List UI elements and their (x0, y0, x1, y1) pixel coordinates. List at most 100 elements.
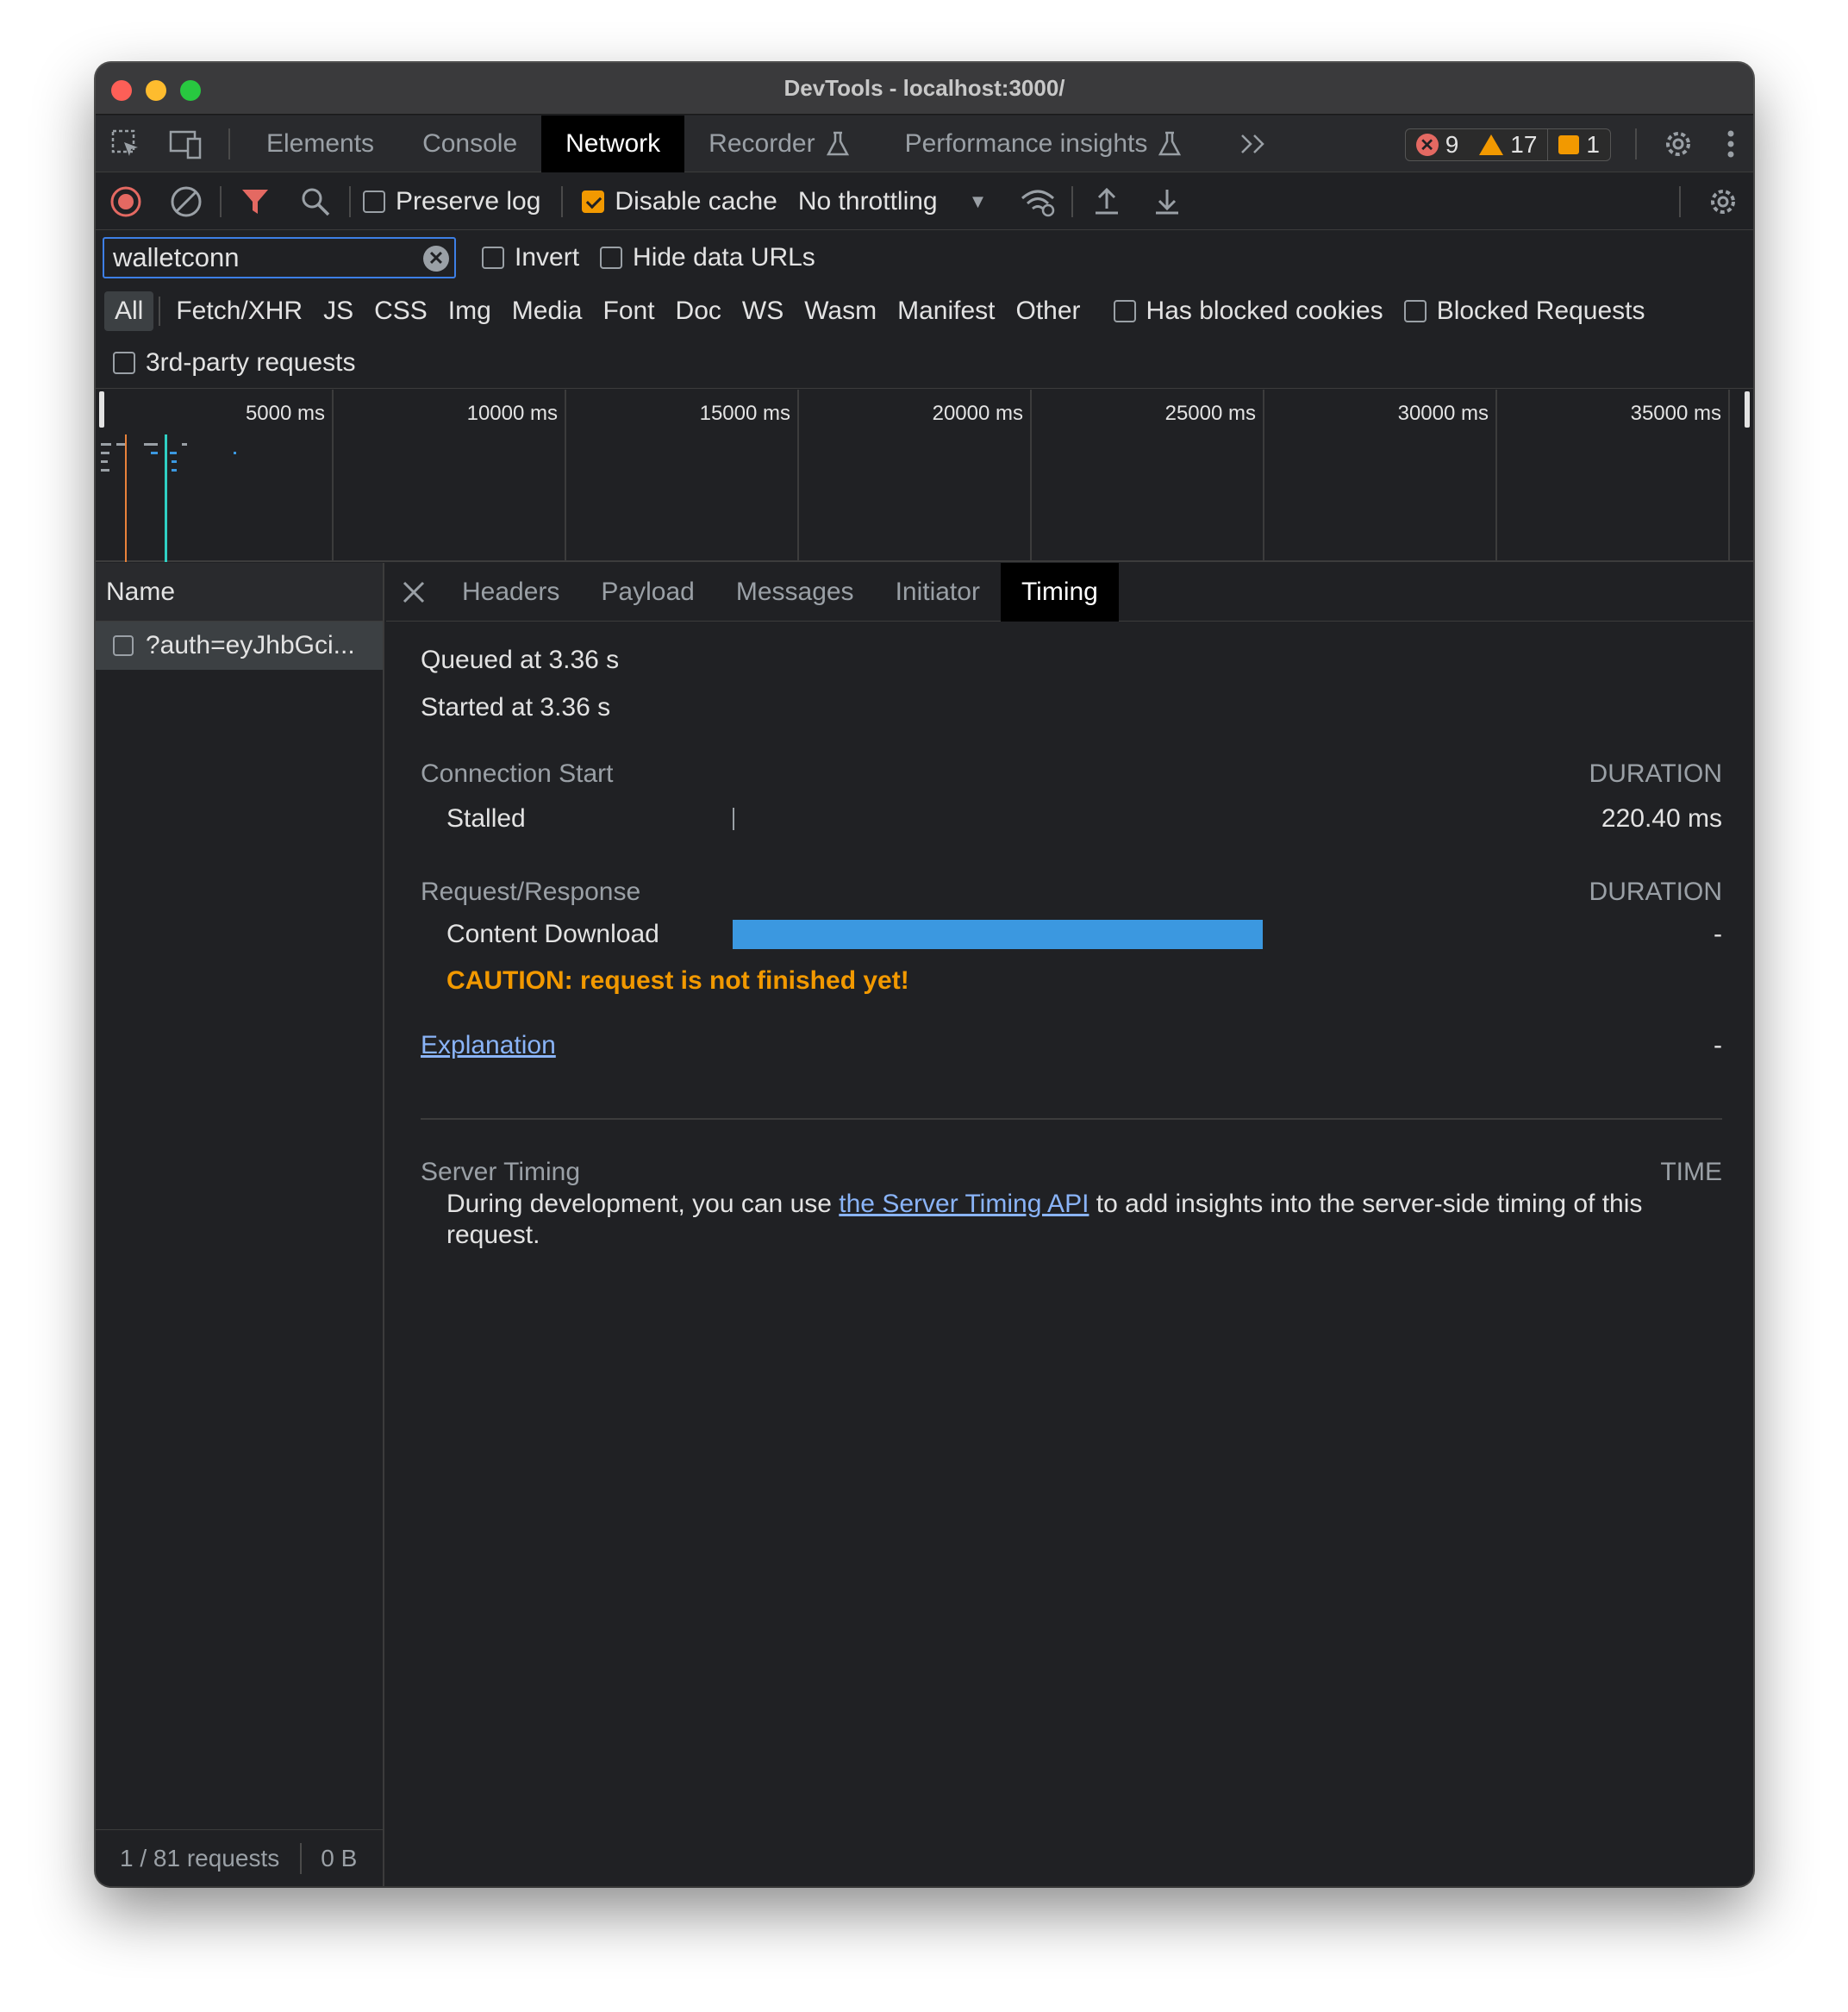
close-detail-icon[interactable] (386, 563, 441, 622)
type-filter-manifest[interactable]: Manifest (887, 291, 1005, 331)
stalled-row: Stalled 220.40 ms (421, 804, 1722, 834)
blocked-requests-checkbox[interactable]: Blocked Requests (1403, 297, 1645, 326)
type-filter-media[interactable]: Media (502, 291, 593, 331)
more-tabs-chevron-icon[interactable] (1223, 116, 1283, 172)
network-conditions-wifi-icon[interactable] (1008, 173, 1068, 230)
queued-at: Queued at 3.36 s (421, 646, 620, 674)
info-count-badge[interactable]: 1 (1547, 129, 1610, 160)
overview-right-handle[interactable] (1745, 391, 1750, 428)
request-row[interactable]: ?auth=eyJhbGci... (96, 622, 383, 670)
clear-log-icon[interactable] (156, 173, 216, 230)
type-filter-img[interactable]: Img (438, 291, 502, 331)
third-party-checkbox[interactable]: 3rd-party requests (113, 348, 355, 378)
blocked-requests-box[interactable] (1403, 300, 1427, 322)
minimize-window-button[interactable] (146, 80, 166, 101)
inspect-element-icon[interactable] (96, 116, 156, 172)
close-window-button[interactable] (111, 80, 132, 101)
third-party-filter-row: 3rd-party requests (96, 337, 1753, 389)
request-bar-mark (101, 460, 108, 463)
type-filter-all[interactable]: All (104, 291, 154, 331)
preserve-log-box[interactable] (363, 190, 385, 213)
invert-box[interactable] (482, 247, 504, 269)
overview-left-handle[interactable] (99, 391, 104, 428)
connection-start-label: Connection Start (421, 759, 614, 788)
resource-type-filters: All Fetch/XHR JS CSS Img Media Font Doc … (96, 285, 1753, 337)
type-filter-font[interactable]: Font (593, 291, 665, 331)
search-icon[interactable] (285, 173, 346, 230)
import-har-upload-icon[interactable] (1077, 173, 1137, 230)
tab-elements[interactable]: Elements (242, 116, 398, 172)
type-filter-ws[interactable]: WS (732, 291, 794, 331)
tab-timing[interactable]: Timing (1000, 562, 1119, 622)
network-overview-timeline[interactable]: 5000 ms 10000 ms 15000 ms 20000 ms 25000 ms 3… (96, 390, 1753, 562)
filter-input-value: walletconn (113, 242, 240, 272)
request-list-panel: Name ?auth=eyJhbGci... 1 / 81 requests 0… (96, 563, 384, 1886)
network-status-bar: 1 / 81 requests 0 B (96, 1829, 383, 1886)
request-bar-mark (116, 443, 125, 446)
info-count: 1 (1586, 131, 1600, 158)
name-column-header[interactable]: Name (96, 563, 383, 622)
type-filter-doc[interactable]: Doc (665, 291, 732, 331)
request-response-header: Request/Response DURATION (421, 878, 1722, 907)
tab-console[interactable]: Console (398, 116, 541, 172)
duration-label: DURATION (1589, 878, 1722, 906)
tab-performance-insights-label: Performance insights (904, 128, 1148, 158)
connection-start-header: Connection Start DURATION (421, 759, 1722, 789)
error-count: 9 (1445, 131, 1459, 158)
type-filter-other[interactable]: Other (1006, 291, 1091, 331)
network-settings-gear-icon[interactable] (1693, 173, 1753, 230)
devtools-window: DevTools - localhost:3000/ Elements Cons… (96, 63, 1753, 1886)
preserve-log-checkbox[interactable]: Preserve log (363, 187, 540, 216)
error-count-badge[interactable]: ✕ 9 (1406, 129, 1470, 160)
device-toolbar-icon[interactable] (156, 116, 216, 172)
type-filter-wasm[interactable]: Wasm (794, 291, 887, 331)
dropdown-arrow-icon: ▼ (968, 190, 988, 212)
type-filter-js[interactable]: JS (313, 291, 364, 331)
disable-cache-checkbox[interactable]: Disable cache (582, 187, 777, 216)
record-stop-icon[interactable] (96, 173, 156, 230)
server-timing-header: Server Timing TIME (421, 1158, 1722, 1187)
time-label: TIME (1660, 1158, 1722, 1186)
filter-funnel-icon[interactable] (225, 173, 285, 230)
request-bar-mark (234, 452, 236, 454)
issue-counters[interactable]: ✕ 9 17 1 (1404, 128, 1611, 161)
tab-network[interactable]: Network (541, 115, 685, 172)
request-row-name: ?auth=eyJhbGci... (146, 631, 355, 659)
more-options-icon[interactable] (1708, 116, 1753, 172)
export-har-download-icon[interactable] (1137, 173, 1197, 230)
preserve-log-label: Preserve log (396, 186, 541, 216)
overview-gridline (1728, 390, 1730, 562)
request-row-checkbox[interactable] (113, 635, 134, 656)
tab-performance-insights[interactable]: Performance insights (881, 116, 1207, 172)
tab-headers[interactable]: Headers (441, 563, 580, 622)
info-icon (1558, 135, 1580, 154)
invert-checkbox[interactable]: Invert (482, 243, 579, 272)
blocked-cookies-checkbox[interactable]: Has blocked cookies (1113, 297, 1383, 326)
warning-count-badge[interactable]: 17 (1469, 129, 1547, 160)
clear-filter-icon[interactable]: ✕ (423, 246, 449, 272)
hide-data-urls-box[interactable] (600, 247, 623, 269)
toolbar-divider (561, 185, 564, 217)
disable-cache-box[interactable] (582, 190, 605, 213)
overview-tick-label: 20000 ms (932, 402, 1023, 425)
tab-messages[interactable]: Messages (715, 563, 875, 622)
explanation-row: Explanation - (421, 1031, 1722, 1060)
zoom-window-button[interactable] (180, 80, 201, 101)
settings-gear-icon[interactable] (1648, 116, 1708, 172)
tab-payload[interactable]: Payload (580, 563, 715, 622)
explanation-link[interactable]: Explanation (421, 1031, 556, 1060)
server-timing-api-link[interactable]: the Server Timing API (839, 1190, 1089, 1218)
server-timing-note: During development, you can use the Serv… (421, 1189, 1722, 1251)
filter-input[interactable]: walletconn ✕ (103, 237, 456, 278)
blocked-cookies-box[interactable] (1113, 300, 1136, 322)
hide-data-urls-checkbox[interactable]: Hide data URLs (600, 243, 815, 272)
type-filter-css[interactable]: CSS (364, 291, 438, 331)
type-filter-fetch-xhr[interactable]: Fetch/XHR (165, 291, 313, 331)
tab-initiator[interactable]: Initiator (875, 563, 1001, 622)
throttling-select[interactable]: No throttling ▼ (798, 187, 988, 216)
overview-tick-label: 35000 ms (1630, 402, 1721, 425)
toolbar-divider (1635, 128, 1637, 159)
third-party-box[interactable] (113, 351, 135, 374)
tab-recorder[interactable]: Recorder (684, 116, 873, 172)
toolbar-divider (228, 128, 230, 159)
